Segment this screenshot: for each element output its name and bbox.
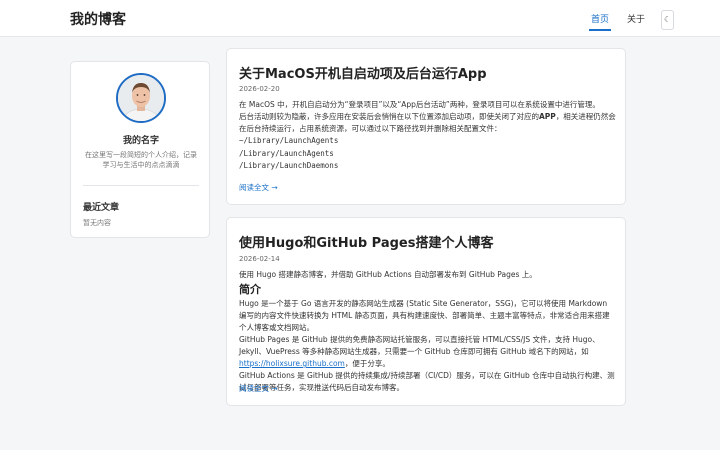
moon-icon: ☾ (663, 14, 672, 24)
post-excerpt: 在 MacOS 中，开机自启动分为“登录项目”以及“App后台活动”两种，登录项… (239, 99, 617, 173)
paragraph-strong: APP (539, 112, 556, 121)
post-intro: 在 MacOS 中，开机自启动分为“登录项目”以及“App后台活动”两种，登录项… (239, 100, 600, 109)
paragraph-text: GitHub Pages 是 GitHub 提供的免费静态网站托管服务，可以直接… (239, 335, 600, 356)
section-text: 暂无内容 (83, 219, 111, 227)
top-header: 我的博客 首页 关于 ☾ (0, 0, 720, 37)
post-date: 2026-02-20 (239, 85, 280, 93)
post-paragraph: Hugo 是一个基于 Go 语言开发的静态网站生成器 (Static Site … (239, 299, 610, 332)
post-card: 关于MacOS开机自启动项及后台运行App 2026-02-20 在 MacOS… (226, 48, 626, 205)
read-more-link[interactable]: 阅读全文 → (239, 383, 278, 394)
section-title: 最近文章 (83, 203, 120, 213)
nav-about[interactable]: 关于 (625, 8, 647, 31)
post-paragraph: 后台活动则较为隐蔽，许多应用在安装后会悄悄在以下位置添加启动项，即使关闭了对应的… (239, 111, 617, 135)
code-path: /Library/LaunchDaemons (239, 161, 339, 170)
read-more-link[interactable]: 阅读全文 → (239, 182, 278, 193)
post-title[interactable]: 关于MacOS开机自启动项及后台运行App (239, 63, 487, 82)
code-path: ~/Library/LaunchAgents (239, 136, 339, 145)
post-date: 2026-02-14 (239, 255, 280, 263)
nav-home[interactable]: 首页 (589, 8, 612, 31)
avatar (116, 73, 166, 123)
post-paragraph: GitHub Pages 是 GitHub 提供的免费静态网站托管服务，可以直接… (239, 334, 617, 370)
post-intro: 使用 Hugo 搭建静态博客，并借助 GitHub Actions 自动部署发布… (239, 270, 537, 279)
post-excerpt: 使用 Hugo 搭建静态博客，并借助 GitHub Actions 自动部署发布… (239, 269, 617, 394)
avatar-image (118, 75, 164, 121)
profile-card: 我的名字 在这里写一段简短的个人介绍，记录学习与生活中的点点滴滴 最近文章 暂无… (70, 61, 210, 238)
post-card: 使用Hugo和GitHub Pages搭建个人博客 2026-02-14 使用 … (226, 217, 626, 406)
site-title[interactable]: 我的博客 (70, 9, 126, 29)
post-title[interactable]: 使用Hugo和GitHub Pages搭建个人博客 (239, 232, 494, 251)
divider (83, 185, 199, 186)
post-heading: 简介 (239, 283, 261, 296)
paragraph-text: ，便于分享。 (344, 359, 390, 368)
profile-bio: 在这里写一段简短的个人介绍，记录学习与生活中的点点滴滴 (85, 151, 197, 169)
post-paragraph: GitHub Actions 是 GitHub 提供的持续集成/持续部署（CI/… (239, 371, 615, 392)
code-path: /Library/LaunchAgents (239, 148, 334, 158)
paragraph-text: 后台活动则较为隐蔽，许多应用在安装后会悄悄在以下位置添加启动项，即使关闭了对应的 (239, 112, 539, 121)
main-nav: 首页 关于 ☾ (589, 8, 675, 31)
profile-name: 我的名字 (122, 136, 159, 146)
theme-toggle-button[interactable]: ☾ (661, 9, 675, 30)
blog-url-link[interactable]: https://holixsure.github.com (239, 359, 345, 368)
